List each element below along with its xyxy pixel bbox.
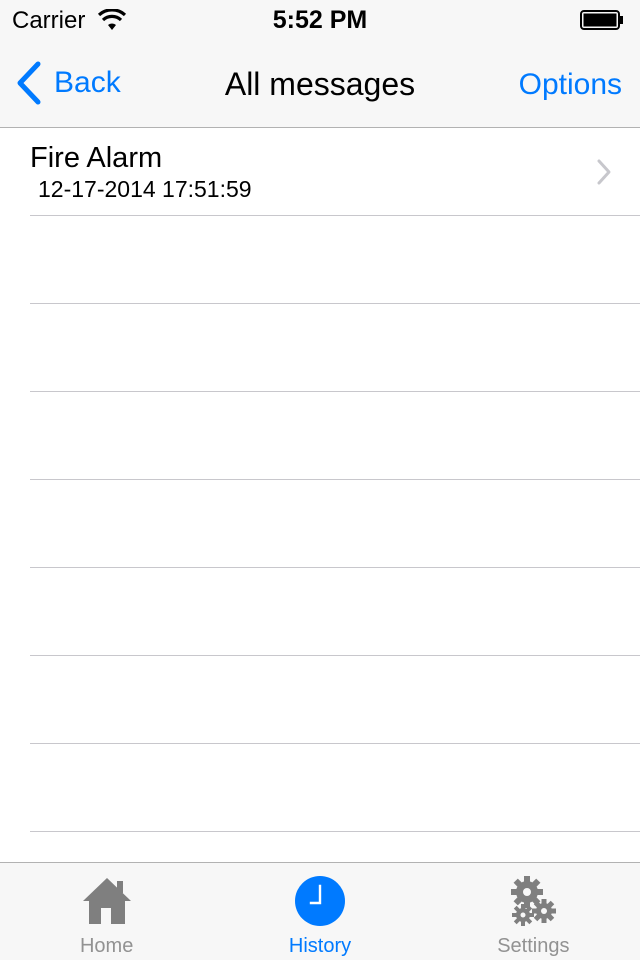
navigation-bar: Back All messages Options <box>0 40 640 128</box>
status-bar: Carrier 5:52 PM <box>0 0 640 40</box>
message-list: Fire Alarm 12-17-2014 17:51:59 <box>0 128 640 832</box>
status-time: 5:52 PM <box>272 6 368 34</box>
tab-bar: Home History Settings <box>0 862 640 960</box>
tab-home-label: Home <box>79 935 134 957</box>
message-row-fire-alarm[interactable]: Fire Alarm 12-17-2014 17:51:59 <box>30 128 640 216</box>
empty-list-row <box>30 744 640 832</box>
tab-history[interactable]: History <box>213 863 426 960</box>
empty-list-row <box>30 304 640 392</box>
message-timestamp: 12-17-2014 17:51:59 <box>38 176 252 202</box>
clock-icon <box>294 876 345 926</box>
tab-settings-label: Settings <box>497 935 570 957</box>
empty-list-row <box>30 480 640 568</box>
battery-icon <box>580 10 623 30</box>
home-icon <box>82 878 131 924</box>
disclosure-chevron-icon <box>597 159 611 185</box>
options-button[interactable]: Options <box>519 68 622 102</box>
gears-icon <box>511 876 557 926</box>
tab-settings[interactable]: Settings <box>427 863 640 960</box>
empty-list-row <box>30 216 640 304</box>
message-title: Fire Alarm <box>30 142 163 174</box>
empty-list-row <box>30 392 640 480</box>
empty-list-row <box>30 568 640 656</box>
empty-list-row <box>30 656 640 744</box>
tab-home[interactable]: Home <box>0 863 213 960</box>
tab-history-label: History <box>288 935 352 957</box>
